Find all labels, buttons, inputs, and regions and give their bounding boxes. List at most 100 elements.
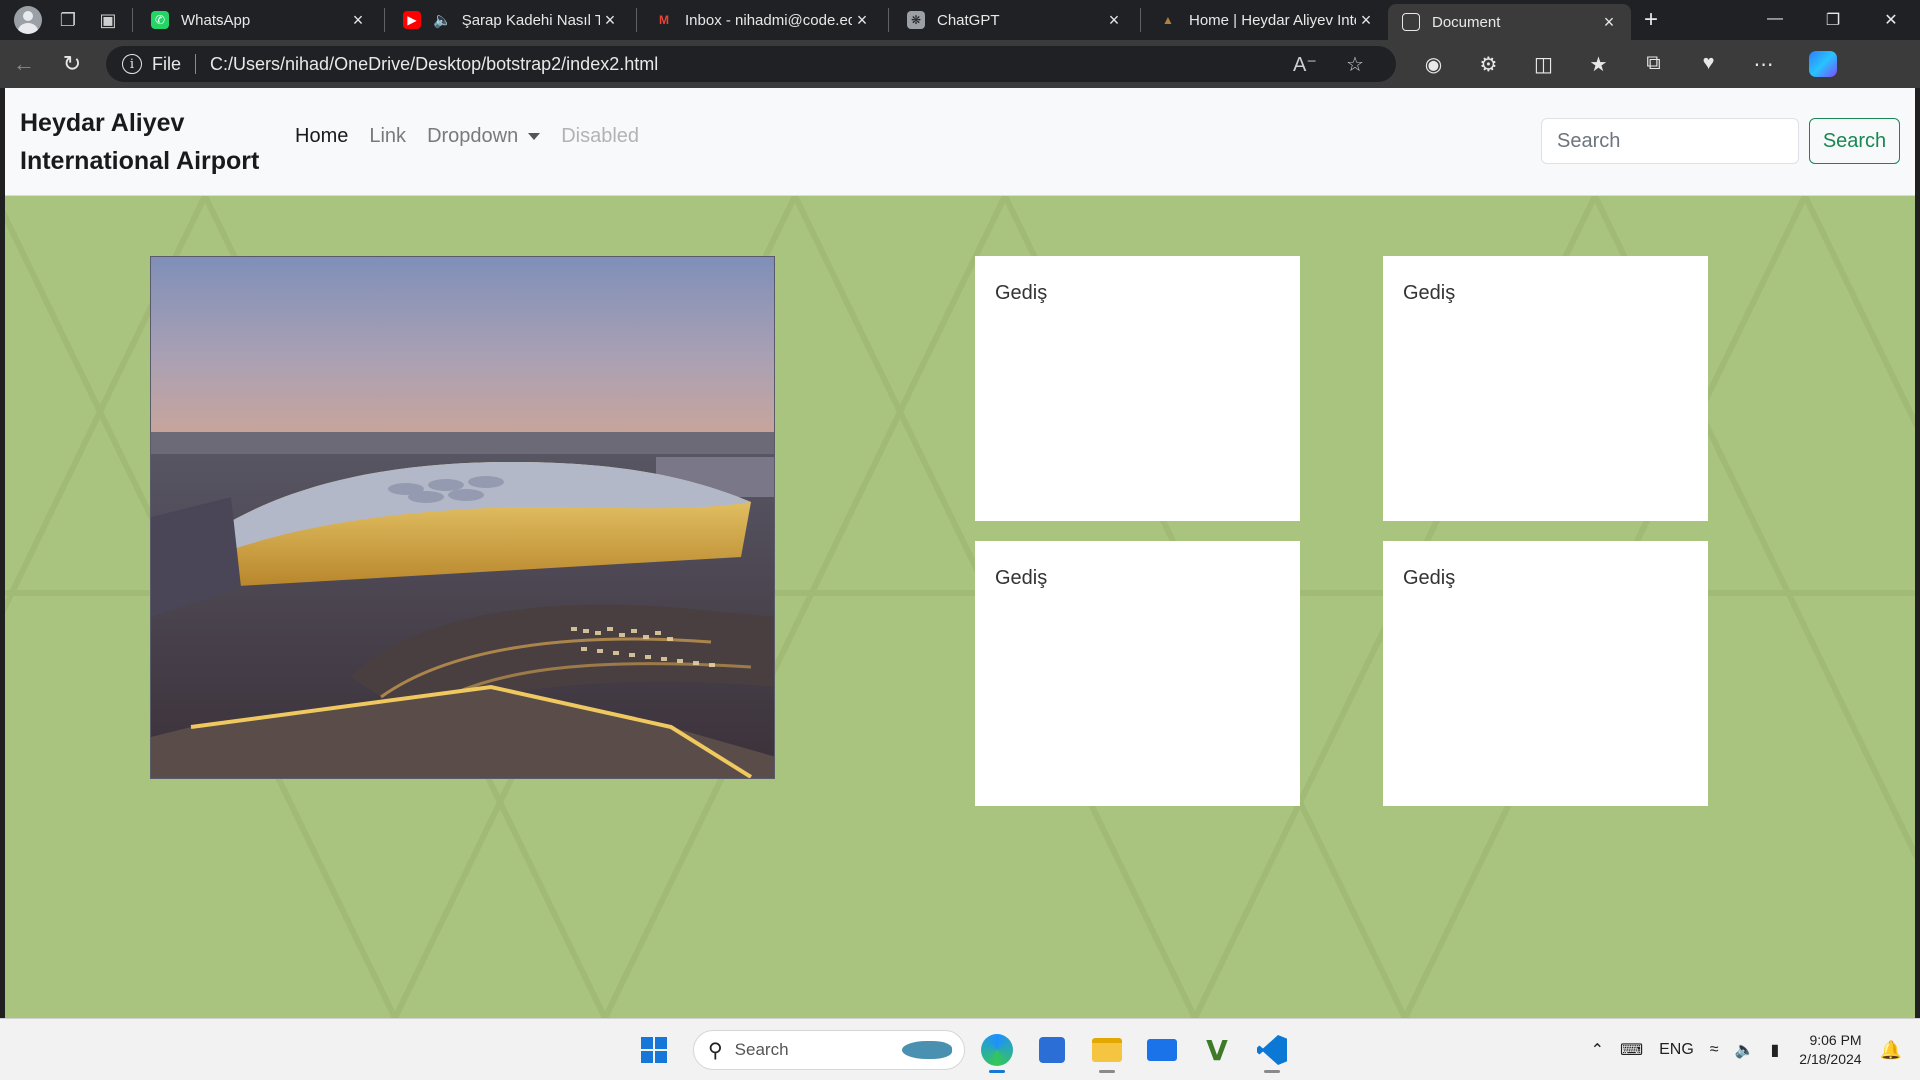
site-navbar: Heydar Aliyev International Airport Home… bbox=[5, 88, 1915, 196]
close-tab-icon[interactable]: × bbox=[348, 10, 368, 31]
close-tab-icon[interactable]: × bbox=[600, 10, 620, 31]
new-tab-icon[interactable]: + bbox=[1631, 6, 1671, 34]
search-highlight-icon bbox=[902, 1041, 952, 1059]
tab-gmail[interactable]: M Inbox - nihadmi@code.edu.az × bbox=[641, 0, 884, 40]
favorite-star-icon[interactable]: ☆ bbox=[1330, 52, 1380, 77]
url-scheme-label: File bbox=[152, 53, 182, 74]
window-controls: — ❐ ✕ bbox=[1746, 10, 1920, 30]
split-screen-icon[interactable]: ◫ bbox=[1516, 52, 1571, 77]
site-brand[interactable]: Heydar Aliyev International Airport bbox=[20, 104, 290, 180]
close-tab-icon[interactable]: × bbox=[1599, 12, 1619, 33]
workspaces-icon[interactable]: ❐ bbox=[48, 0, 88, 40]
address-bar[interactable]: i File C:/Users/nihad/OneDrive/Desktop/b… bbox=[106, 46, 1396, 82]
wifi-icon[interactable]: ≈ bbox=[1710, 1041, 1719, 1059]
card-title: Gediş bbox=[1403, 282, 1456, 304]
store-app[interactable] bbox=[1028, 1027, 1076, 1073]
minimize-icon[interactable]: — bbox=[1746, 10, 1804, 30]
chevron-down-icon bbox=[528, 133, 541, 141]
nav-disabled-link: Disabled bbox=[561, 125, 640, 147]
edge-app[interactable] bbox=[973, 1027, 1021, 1073]
search-button[interactable]: Search bbox=[1809, 118, 1900, 164]
mail-icon bbox=[1147, 1039, 1177, 1061]
browser-tab-strip: ❐ ▣ ✆ WhatsApp × ▶ 🔈 Şarap Kadehi Nasıl … bbox=[0, 0, 1920, 40]
running-indicator bbox=[1264, 1070, 1280, 1073]
card-title: Gediş bbox=[995, 282, 1048, 304]
running-indicator bbox=[1099, 1070, 1115, 1073]
read-aloud-icon[interactable]: A⁻ bbox=[1280, 52, 1330, 77]
departure-card[interactable]: Gediş bbox=[1383, 541, 1708, 806]
tab-divider bbox=[1140, 8, 1141, 32]
more-options-icon[interactable]: ⋯ bbox=[1736, 52, 1791, 77]
vscode-app[interactable] bbox=[1248, 1027, 1296, 1073]
tab-youtube[interactable]: ▶ 🔈 Şarap Kadehi Nasıl Tutulur × bbox=[389, 0, 632, 40]
taskbar-search[interactable]: ⚲ Search bbox=[693, 1030, 965, 1070]
refresh-icon[interactable]: ↻ bbox=[48, 44, 96, 84]
restore-icon[interactable]: ❐ bbox=[1804, 10, 1862, 30]
page-viewport: Heydar Aliyev International Airport Home… bbox=[5, 88, 1915, 1018]
tab-title: ChatGPT bbox=[937, 11, 1000, 29]
nav-home-link[interactable]: Home bbox=[295, 125, 348, 148]
mail-app[interactable] bbox=[1138, 1027, 1186, 1073]
tab-airport[interactable]: ▲ Home | Heydar Aliyev International Air… bbox=[1145, 0, 1388, 40]
vscode-icon bbox=[1257, 1035, 1287, 1065]
profile-avatar-icon bbox=[14, 6, 42, 34]
search-input[interactable] bbox=[1541, 118, 1799, 164]
nav-link-link[interactable]: Link bbox=[369, 125, 406, 148]
nav-dropdown-toggle[interactable]: Dropdown bbox=[427, 125, 541, 148]
tab-divider bbox=[132, 8, 133, 32]
collections-icon[interactable]: ⧉ bbox=[1626, 52, 1681, 77]
tab-divider bbox=[888, 8, 889, 32]
taskbar-apps: ⚲ Search V bbox=[630, 1027, 1303, 1073]
vim-app[interactable]: V bbox=[1193, 1027, 1241, 1073]
back-icon[interactable]: ← bbox=[0, 44, 48, 84]
tab-title: Document bbox=[1432, 13, 1501, 31]
dropdown-label: Dropdown bbox=[427, 125, 519, 147]
browser-essentials-icon[interactable]: ♥ bbox=[1681, 52, 1736, 77]
close-tab-icon[interactable]: × bbox=[852, 10, 872, 31]
file-explorer-app[interactable] bbox=[1083, 1027, 1131, 1073]
tab-whatsapp[interactable]: ✆ WhatsApp × bbox=[137, 0, 380, 40]
vim-icon: V bbox=[1206, 1033, 1228, 1067]
airport-terminal-photo bbox=[151, 257, 774, 778]
windows-taskbar: ⚲ Search V ⌃ ⌨ ENG ≈ 🔈 ▮ 9:06 PM 2/18/20… bbox=[0, 1018, 1920, 1080]
close-tab-icon[interactable]: × bbox=[1104, 10, 1124, 31]
file-explorer-icon bbox=[1092, 1038, 1122, 1062]
tab-chatgpt[interactable]: ❋ ChatGPT × bbox=[893, 0, 1136, 40]
tab-divider bbox=[636, 8, 637, 32]
tab-title: Inbox - nihadmi@code.edu.az bbox=[685, 11, 852, 29]
notification-bell-icon[interactable]: 🔔 bbox=[1880, 1040, 1902, 1061]
airport-icon: ▲ bbox=[1162, 13, 1174, 27]
copilot-icon[interactable] bbox=[1809, 51, 1837, 77]
favorites-icon[interactable]: ★ bbox=[1571, 52, 1626, 77]
profile-button[interactable] bbox=[8, 0, 48, 40]
toolbar-icons: ◉ ⚙ ◫ ★ ⧉ ♥ ⋯ bbox=[1406, 52, 1791, 77]
url-text[interactable]: C:/Users/nihad/OneDrive/Desktop/botstrap… bbox=[210, 54, 1280, 75]
tab-actions-icon[interactable]: ▣ bbox=[88, 0, 128, 40]
running-indicator bbox=[989, 1070, 1005, 1073]
card-title: Gediş bbox=[1403, 567, 1456, 589]
clock-date: 2/18/2024 bbox=[1799, 1051, 1862, 1067]
departure-card[interactable]: Gediş bbox=[975, 256, 1300, 521]
taskbar-search-placeholder: Search bbox=[734, 1040, 789, 1059]
battery-icon[interactable]: ▮ bbox=[1770, 1040, 1779, 1060]
language-indicator[interactable]: ENG bbox=[1659, 1041, 1694, 1059]
departure-card[interactable]: Gediş bbox=[975, 541, 1300, 806]
windows-logo-icon bbox=[641, 1037, 667, 1063]
close-tab-icon[interactable]: × bbox=[1356, 10, 1376, 31]
start-button[interactable] bbox=[630, 1027, 678, 1073]
tab-title: WhatsApp bbox=[181, 11, 251, 29]
grammarly-icon[interactable]: ◉ bbox=[1406, 52, 1461, 77]
keyboard-icon[interactable]: ⌨ bbox=[1620, 1040, 1643, 1060]
volume-icon[interactable]: 🔈 bbox=[1735, 1040, 1755, 1060]
gmail-icon: M bbox=[659, 13, 669, 27]
extensions-icon[interactable]: ⚙ bbox=[1461, 52, 1516, 77]
microsoft-store-icon bbox=[1039, 1037, 1065, 1063]
clock[interactable]: 9:06 PM 2/18/2024 bbox=[1799, 1031, 1861, 1069]
tab-document[interactable]: Document × bbox=[1388, 4, 1631, 40]
departure-card[interactable]: Gediş bbox=[1383, 256, 1708, 521]
speaker-icon[interactable]: 🔈 bbox=[433, 11, 452, 29]
clock-time: 9:06 PM bbox=[1809, 1032, 1862, 1048]
close-window-icon[interactable]: ✕ bbox=[1862, 10, 1920, 30]
info-icon[interactable]: i bbox=[122, 54, 142, 74]
chevron-up-icon[interactable]: ⌃ bbox=[1591, 1040, 1604, 1060]
